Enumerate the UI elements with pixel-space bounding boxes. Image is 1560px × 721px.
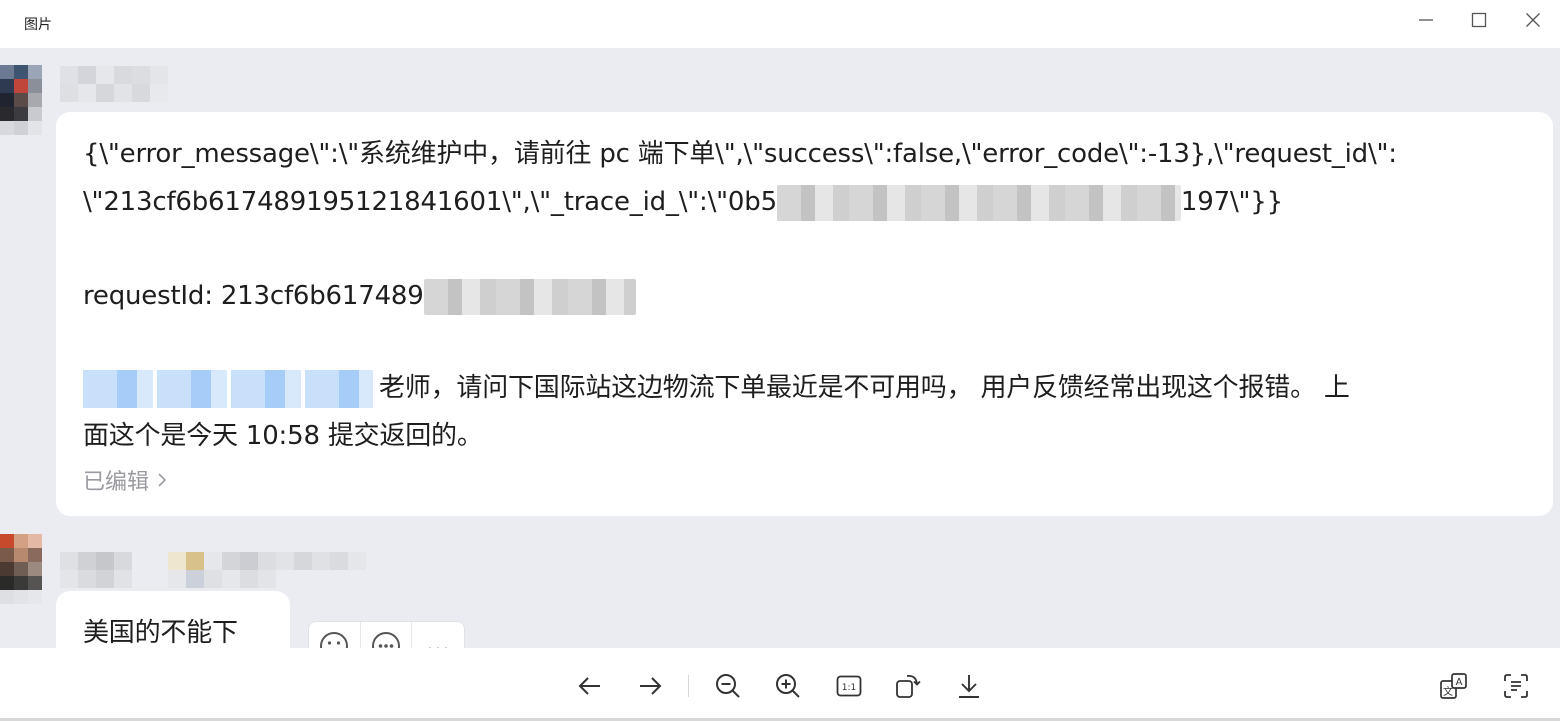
mention-redacted[interactable] [83, 369, 373, 408]
close-button[interactable] [1513, 6, 1553, 34]
title-bar: 图片 [0, 0, 1560, 48]
redacted-block [423, 278, 636, 315]
message-text-line: {\"error_message\":\"系统维护中，请前往 pc 端下单\",… [83, 139, 1397, 169]
sender-name-blurred [60, 66, 246, 102]
close-icon [1526, 13, 1540, 27]
message-bubble[interactable]: 美国的不能下 [56, 591, 290, 648]
minimize-button[interactable] [1406, 6, 1446, 34]
emoji-icon [320, 632, 349, 648]
window-title: 图片 [24, 17, 52, 33]
actual-size-label: 1:1 [842, 683, 856, 693]
download-icon [959, 675, 979, 698]
zoom-in-button[interactable] [770, 668, 806, 704]
arrow-left-icon [578, 677, 600, 695]
maximize-icon [1471, 12, 1487, 28]
actual-size-icon: 1:1 [836, 675, 862, 697]
message-actions-bar [308, 621, 465, 648]
edited-indicator[interactable]: 已编辑 [83, 464, 167, 496]
zoom-out-icon [716, 674, 740, 698]
previous-button[interactable] [572, 668, 608, 704]
avatar[interactable] [0, 65, 42, 143]
message-text-line: 美国的不能下 [83, 618, 238, 648]
message-text-segment: 197\"}} [1180, 187, 1283, 217]
message-bubble[interactable]: {\"error_message\":\"系统维护中，请前往 pc 端下单\",… [56, 112, 1553, 516]
more-reactions-icon [372, 632, 400, 648]
sender-name-blurred [60, 552, 370, 588]
chat-content: {\"error_message\":\"系统维护中，请前往 pc 端下单\",… [0, 48, 1560, 648]
more-actions-button[interactable] [412, 622, 464, 648]
more-icon [428, 647, 448, 648]
translate-glyph: A [1456, 677, 1463, 688]
translate-button[interactable]: A文 [1436, 668, 1472, 704]
scan-text-icon [1504, 674, 1528, 698]
chevron-right-icon [158, 473, 167, 487]
toolbar-divider [688, 675, 689, 697]
message-text-line: 面这个是今天 10:58 提交返回的。 [83, 421, 483, 451]
message-text-segment: \"213cf6b617489195121841601\",\"_trace_i… [83, 187, 777, 217]
message-text-line: requestId: 213cf6b617489 [83, 272, 636, 320]
avatar[interactable] [0, 534, 42, 612]
actual-size-button[interactable]: 1:1 [831, 668, 867, 704]
next-button[interactable] [632, 668, 668, 704]
rotate-button[interactable] [890, 668, 926, 704]
message-text-segment: requestId: 213cf6b617489 [83, 281, 424, 311]
download-button[interactable] [951, 668, 987, 704]
minimize-icon [1419, 19, 1433, 21]
translate-icon: A文 [1440, 673, 1467, 699]
zoom-in-icon [776, 674, 800, 698]
rotate-icon [896, 675, 921, 698]
extract-text-button[interactable] [1498, 668, 1534, 704]
redacted-block [776, 184, 1181, 221]
arrow-right-icon [640, 677, 662, 695]
translate-glyph-cjk: 文 [1443, 685, 1453, 698]
add-reaction-button[interactable] [309, 622, 361, 648]
zoom-out-button[interactable] [710, 668, 746, 704]
image-viewer-toolbar: 1:1 A文 [0, 648, 1560, 721]
message-text-segment: 老师，请问下国际站这边物流下单最近是不可用吗， 用户反馈经常出现这个报错。 上 [379, 373, 1350, 403]
message-text-line: 老师，请问下国际站这边物流下单最近是不可用吗， 用户反馈经常出现这个报错。 上 [83, 364, 1350, 412]
maximize-button[interactable] [1459, 6, 1499, 34]
reply-button[interactable] [361, 622, 413, 648]
edited-label: 已编辑 [83, 470, 150, 495]
message-text-line: \"213cf6b617489195121841601\",\"_trace_i… [83, 178, 1283, 226]
